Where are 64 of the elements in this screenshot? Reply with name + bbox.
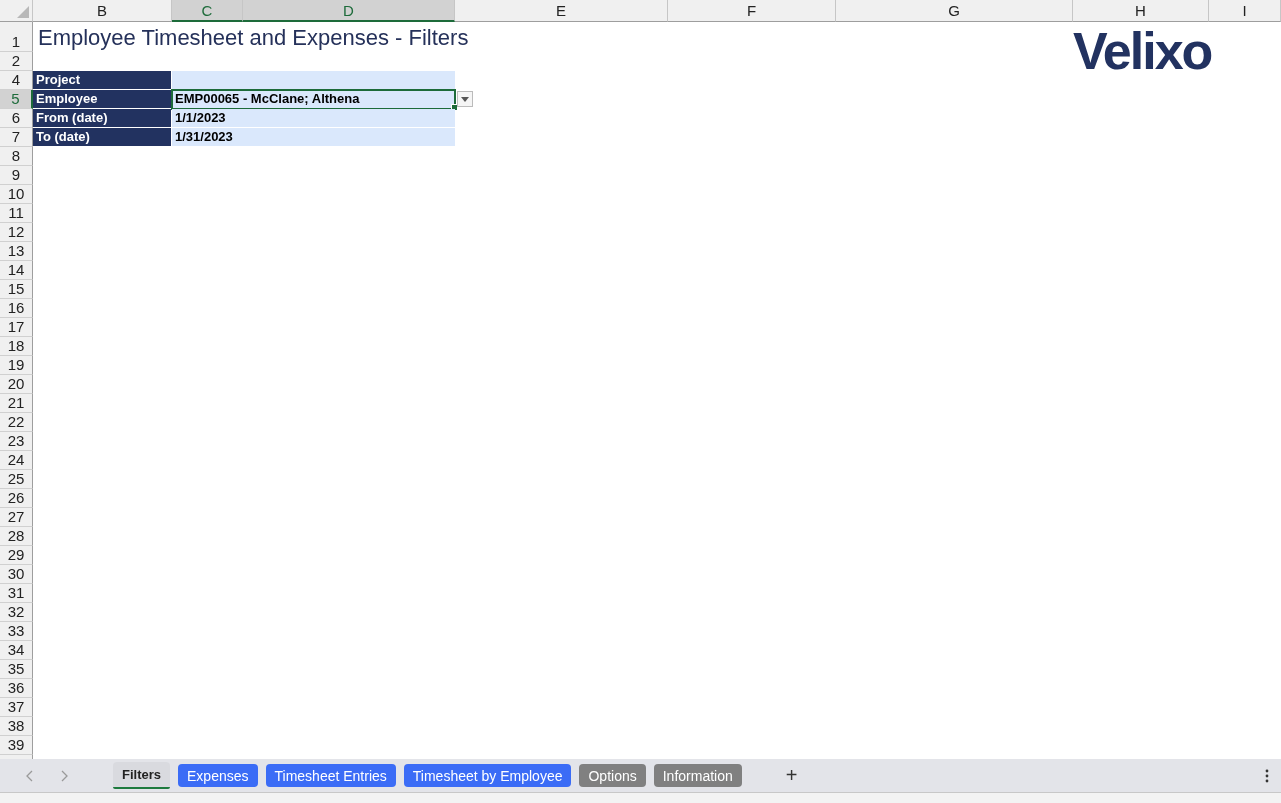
filter-label: Project (33, 71, 172, 90)
row-header[interactable]: 14 (0, 261, 33, 280)
row-header[interactable]: 16 (0, 299, 33, 318)
row-header[interactable]: 7 (0, 128, 33, 147)
add-sheet-button[interactable]: + (779, 764, 804, 787)
row-header[interactable]: 23 (0, 432, 33, 451)
row-header[interactable]: 6 (0, 109, 33, 128)
row-header[interactable]: 9 (0, 166, 33, 185)
column-header[interactable]: D (243, 0, 455, 22)
row-header[interactable]: 29 (0, 546, 33, 565)
sheet-tab[interactable]: Filters (113, 762, 170, 789)
row-header[interactable]: 13 (0, 242, 33, 261)
row-header[interactable]: 36 (0, 679, 33, 698)
dropdown-button[interactable] (457, 91, 473, 107)
column-header[interactable]: H (1073, 0, 1209, 22)
row-header[interactable]: 26 (0, 489, 33, 508)
filter-value-cell[interactable]: 1/31/2023 (172, 128, 455, 147)
column-header[interactable]: E (455, 0, 668, 22)
sheet-tab[interactable]: Timesheet by Employee (403, 764, 572, 787)
row-header[interactable]: 2 (0, 52, 33, 71)
row-header[interactable]: 8 (0, 147, 33, 166)
row-header[interactable]: 25 (0, 470, 33, 489)
row-header[interactable]: 5 (0, 90, 33, 109)
sheet-tab[interactable]: Timesheet Entries (265, 764, 396, 787)
row-header[interactable]: 1 (0, 22, 33, 52)
row-header[interactable]: 22 (0, 413, 33, 432)
column-header[interactable]: G (836, 0, 1073, 22)
row-header[interactable]: 15 (0, 280, 33, 299)
more-options-icon[interactable] (1265, 768, 1269, 783)
filter-label: From (date) (33, 109, 172, 128)
column-header[interactable]: B (33, 0, 172, 22)
row-header[interactable]: 20 (0, 375, 33, 394)
sheet-tab[interactable]: Expenses (178, 764, 258, 787)
row-header[interactable]: 4 (0, 71, 33, 90)
row-header[interactable]: 28 (0, 527, 33, 546)
filter-label: To (date) (33, 128, 172, 147)
row-header[interactable]: 33 (0, 622, 33, 641)
row-header[interactable]: 35 (0, 660, 33, 679)
row-header[interactable]: 34 (0, 641, 33, 660)
row-header[interactable]: 27 (0, 508, 33, 527)
filter-label: Employee (33, 90, 172, 109)
row-header[interactable]: 31 (0, 584, 33, 603)
row-header[interactable]: 38 (0, 717, 33, 736)
row-header[interactable]: 30 (0, 565, 33, 584)
row-header[interactable]: 21 (0, 394, 33, 413)
row-header[interactable]: 10 (0, 185, 33, 204)
sheet-tab[interactable]: Information (653, 764, 742, 787)
row-header[interactable]: 39 (0, 736, 33, 755)
row-header[interactable]: 18 (0, 337, 33, 356)
sheet-tab[interactable]: Options (579, 764, 646, 787)
caret-icon (461, 96, 469, 102)
row-header[interactable]: 37 (0, 698, 33, 717)
column-header[interactable]: I (1209, 0, 1281, 22)
sheet-title: Employee Timesheet and Expenses - Filters (37, 24, 470, 52)
logo: Velixo (1073, 26, 1212, 76)
column-header[interactable]: C (172, 0, 243, 22)
column-header[interactable]: F (668, 0, 836, 22)
row-header[interactable]: 12 (0, 223, 33, 242)
row-header[interactable]: 11 (0, 204, 33, 223)
row-header[interactable]: 19 (0, 356, 33, 375)
row-header[interactable]: 32 (0, 603, 33, 622)
row-header[interactable]: 24 (0, 451, 33, 470)
filter-value-cell[interactable]: 1/1/2023 (172, 109, 455, 128)
row-header[interactable]: 17 (0, 318, 33, 337)
